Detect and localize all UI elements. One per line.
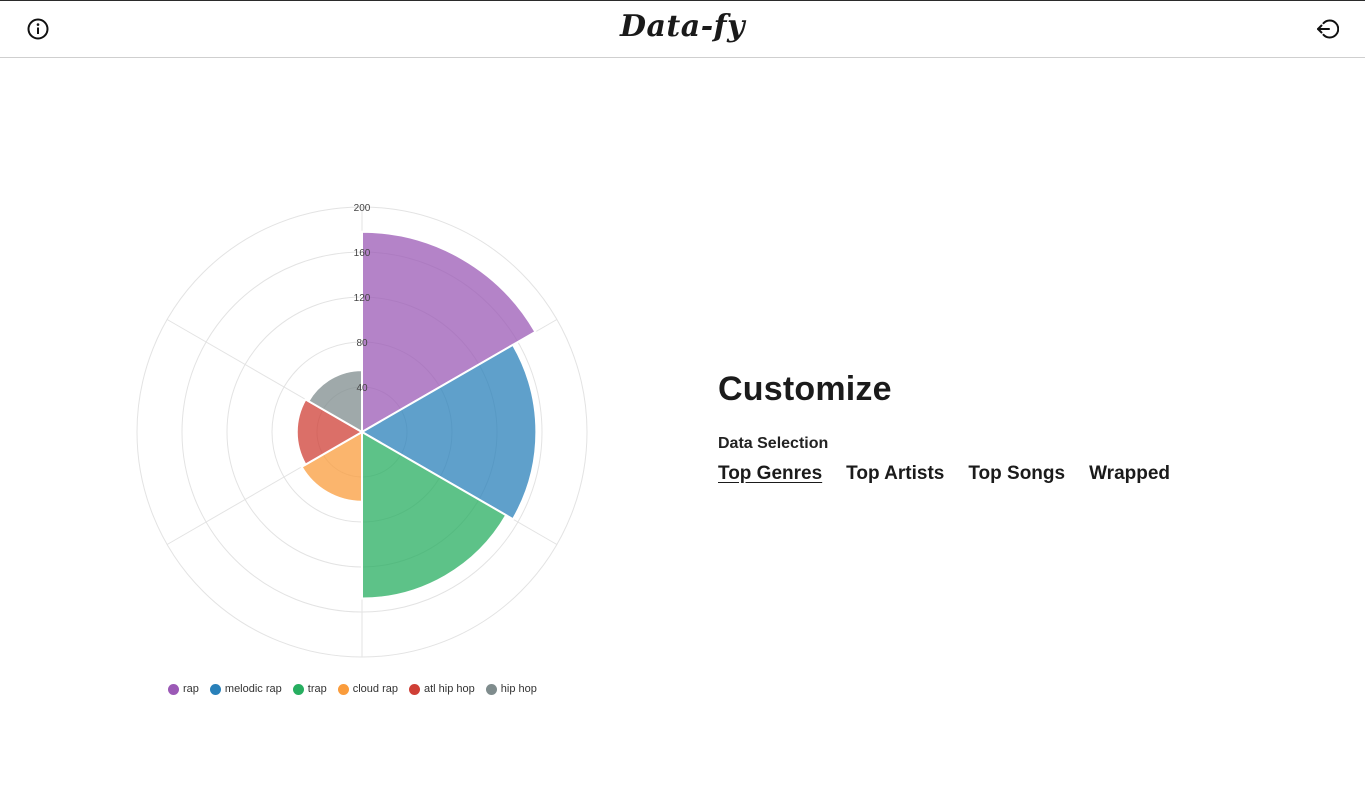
legend-dot xyxy=(168,683,179,695)
tick-label-200: 200 xyxy=(354,203,371,214)
app-header: Data-fy xyxy=(0,1,1365,58)
tab-top-artists[interactable]: Top Artists xyxy=(846,463,944,485)
legend-label: melodic rap xyxy=(224,683,282,695)
legend-label: rap xyxy=(183,683,199,695)
legend-dot xyxy=(485,683,497,695)
legend-dot xyxy=(337,683,349,695)
legend-dot xyxy=(409,683,420,695)
data-selection-tabs: Top Genres Top Artists Top Songs Wrapped xyxy=(718,463,1318,485)
legend-label: trap xyxy=(307,683,327,695)
customize-panel: Customize Data Selection Top Genres Top … xyxy=(718,370,1318,485)
legend-item-cloud-rap[interactable]: cloud rap xyxy=(337,683,398,695)
tick-label-120: 120 xyxy=(354,293,371,304)
legend-item-hip-hop[interactable]: hip hop xyxy=(485,683,537,695)
tick-label-160: 160 xyxy=(354,248,371,259)
logout-icon[interactable] xyxy=(1315,17,1339,41)
legend-label: cloud rap xyxy=(352,683,398,695)
tab-wrapped[interactable]: Wrapped xyxy=(1089,463,1170,485)
legend-label: hip hop xyxy=(500,683,537,695)
customize-title: Customize xyxy=(718,370,892,408)
legend-item-melodic-rap[interactable]: melodic rap xyxy=(209,683,282,695)
legend-item-trap[interactable]: trap xyxy=(292,683,327,695)
legend-item-atl-hip-hop[interactable]: atl hip hop xyxy=(409,683,475,695)
tab-top-songs[interactable]: Top Songs xyxy=(968,463,1065,485)
data-selection-label: Data Selection xyxy=(718,435,829,452)
chart-legend: rap melodic rap trap cloud rap atl hip h… xyxy=(168,683,537,695)
app-logo[interactable]: Data-fy xyxy=(0,9,1365,44)
legend-dot xyxy=(292,683,304,695)
tick-label-40: 40 xyxy=(356,383,368,394)
tab-top-genres[interactable]: Top Genres xyxy=(718,463,822,485)
legend-item-rap[interactable]: rap xyxy=(168,683,199,695)
genre-polar-chart[interactable]: 40 80 120 160 200 xyxy=(130,195,600,715)
legend-label: atl hip hop xyxy=(424,683,475,695)
legend-dot xyxy=(209,683,221,695)
tick-label-80: 80 xyxy=(356,338,368,349)
